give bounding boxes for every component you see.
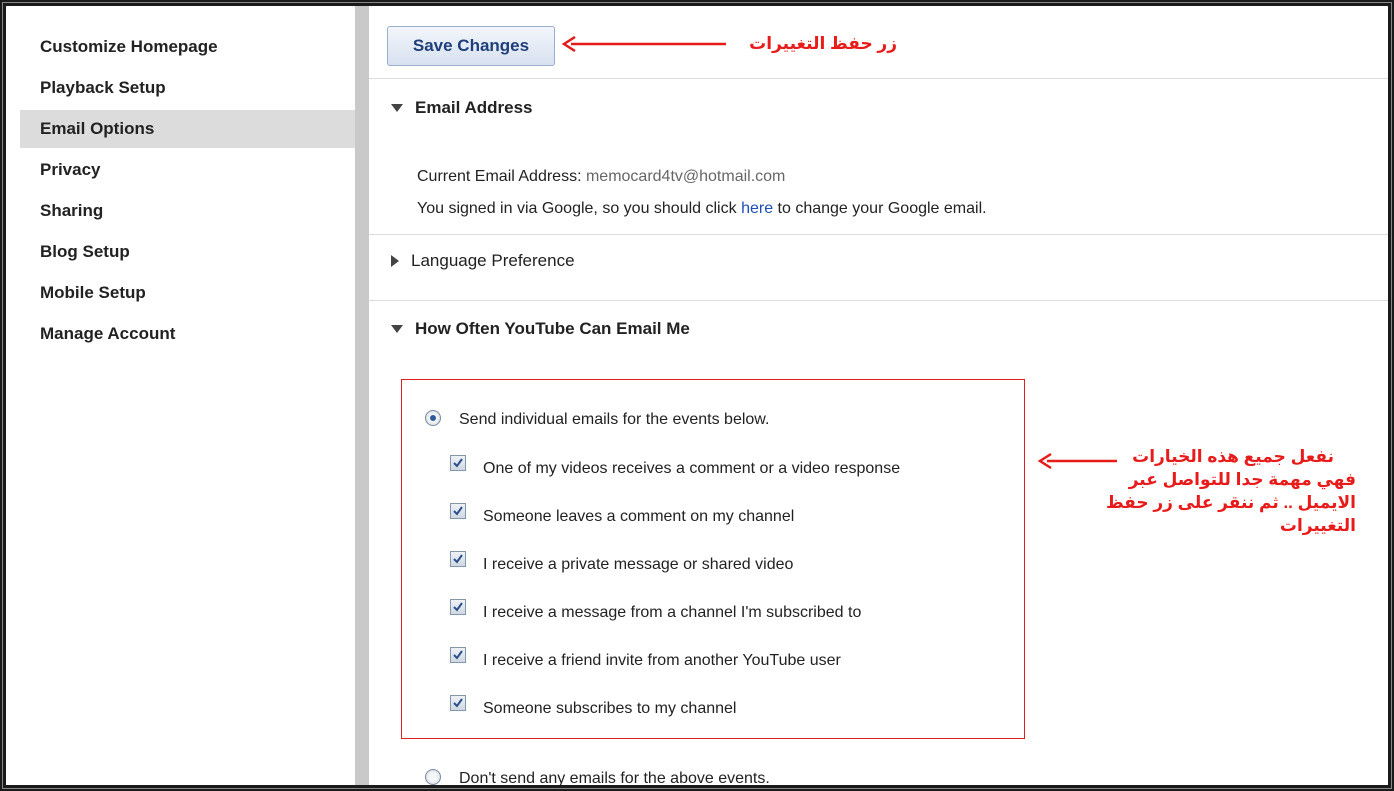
- main-panel: Save Changes زر حفظ التغييرات Email Addr…: [369, 6, 1388, 787]
- sidebar: Customize Homepage Playback Setup Email …: [20, 24, 355, 784]
- send-emails-label: Send individual emails for the events be…: [459, 411, 770, 428]
- divider: [369, 78, 1388, 79]
- dont-send-emails-radio[interactable]: [425, 769, 441, 785]
- sidebar-divider: [355, 6, 369, 785]
- sidebar-item-sharing[interactable]: Sharing: [20, 192, 355, 230]
- event-label: I receive a private message or shared vi…: [483, 556, 794, 573]
- section-language-preference[interactable]: Language Preference: [391, 251, 575, 271]
- dont-send-emails-label: Don't send any emails for the above even…: [459, 770, 770, 787]
- change-email-link[interactable]: here: [741, 200, 773, 217]
- sidebar-item-blog-setup[interactable]: Blog Setup: [20, 233, 355, 271]
- sidebar-item-mobile-setup[interactable]: Mobile Setup: [20, 274, 355, 312]
- window-frame: Customize Homepage Playback Setup Email …: [0, 0, 1394, 791]
- sidebar-item-manage-account[interactable]: Manage Account: [20, 315, 355, 353]
- expanded-triangle-icon: [391, 325, 403, 333]
- annotation-options-note-line-4: التغييرات: [1279, 516, 1356, 535]
- checkmark-icon: [453, 650, 463, 660]
- checkmark-icon: [453, 506, 463, 516]
- annotation-arrow-save: [561, 36, 726, 52]
- event-label: One of my videos receives a comment or a…: [483, 460, 901, 477]
- section-email-frequency[interactable]: How Often YouTube Can Email Me: [391, 319, 690, 339]
- event-checkbox-friend-invite[interactable]: [450, 647, 466, 663]
- section-title: Language Preference: [411, 251, 575, 270]
- annotation-options-note-line-1: نفعل جميع هذه الخيارات: [1132, 447, 1334, 466]
- collapsed-triangle-icon: [391, 255, 399, 267]
- section-email-address[interactable]: Email Address: [391, 98, 532, 118]
- event-checkbox-subscribed-channel-message[interactable]: [450, 599, 466, 615]
- sidebar-item-playback-setup[interactable]: Playback Setup: [20, 69, 355, 107]
- event-label: Someone leaves a comment on my channel: [483, 508, 795, 525]
- event-checkbox-private-message[interactable]: [450, 551, 466, 567]
- event-checkbox-video-comment[interactable]: [450, 455, 466, 471]
- event-checkbox-channel-comment[interactable]: [450, 503, 466, 519]
- annotation-save-note: زر حفظ التغييرات: [749, 34, 897, 53]
- signin-text-post: to change your Google email.: [777, 200, 987, 217]
- section-title: How Often YouTube Can Email Me: [415, 319, 690, 338]
- divider: [369, 300, 1388, 301]
- signin-text-pre: You signed in via Google, so you should …: [417, 200, 737, 217]
- annotation-options-note-line-3: الايميل .. ثم ننقر على زر حفظ: [1105, 493, 1356, 512]
- google-signin-note: You signed in via Google, so you should …: [417, 200, 987, 218]
- current-email-row: Current Email Address: memocard4tv@hotma…: [417, 168, 785, 186]
- expanded-triangle-icon: [391, 104, 403, 112]
- annotation-options-note-line-2: فهي مهمة جدا للتواصل عبر: [1128, 470, 1356, 489]
- send-emails-radio[interactable]: [425, 410, 441, 426]
- event-label: Someone subscribes to my channel: [483, 700, 737, 717]
- sidebar-item-customize-homepage[interactable]: Customize Homepage: [20, 28, 355, 66]
- checkmark-icon: [453, 698, 463, 708]
- checkmark-icon: [453, 602, 463, 612]
- section-title: Email Address: [415, 98, 533, 117]
- checkmark-icon: [453, 458, 463, 468]
- current-email-value: memocard4tv@hotmail.com: [585, 168, 786, 185]
- sidebar-item-privacy[interactable]: Privacy: [20, 151, 355, 189]
- current-email-label: Current Email Address:: [417, 168, 582, 185]
- save-changes-button[interactable]: Save Changes: [387, 26, 555, 66]
- event-checkbox-new-subscriber[interactable]: [450, 695, 466, 711]
- event-label: I receive a message from a channel I'm s…: [483, 604, 862, 621]
- checkmark-icon: [453, 554, 463, 564]
- divider: [369, 234, 1388, 235]
- sidebar-item-email-options[interactable]: Email Options: [20, 110, 355, 148]
- event-label: I receive a friend invite from another Y…: [483, 652, 841, 669]
